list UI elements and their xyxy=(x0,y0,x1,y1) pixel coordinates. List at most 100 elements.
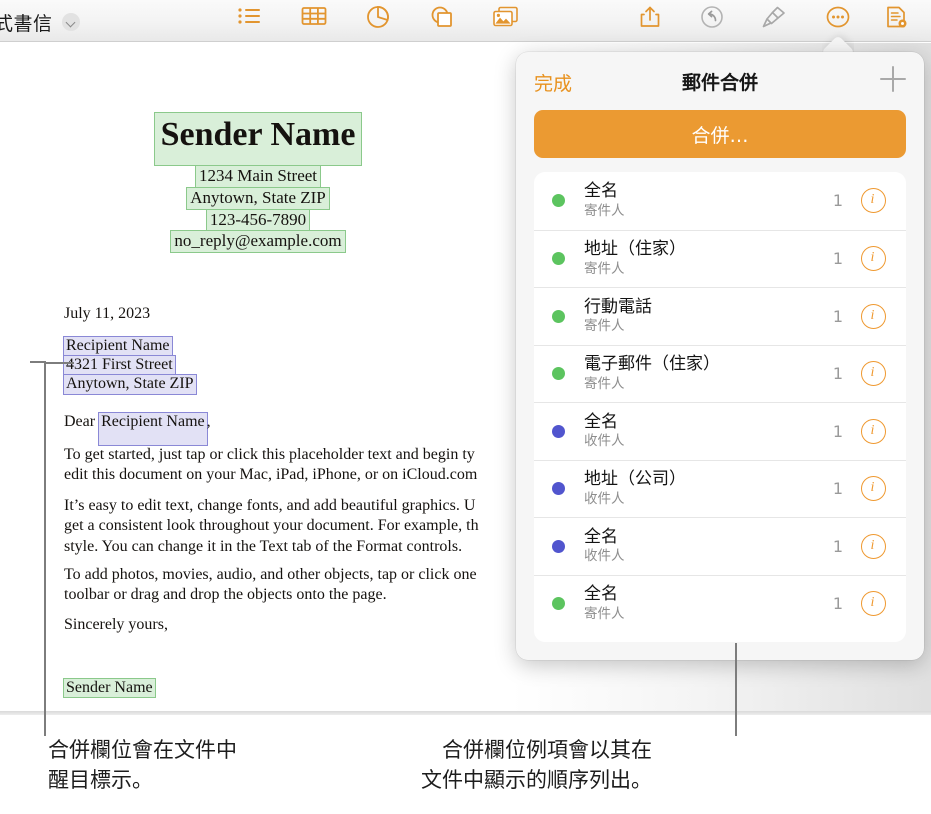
merge-field-text-group: 全名 寄件人 xyxy=(584,181,833,219)
merge-field-subtitle: 寄件人 xyxy=(584,260,625,277)
sender-block: Sender Name 1234 Main Street Anytown, St… xyxy=(0,43,516,254)
merge-field-count: 1 xyxy=(832,536,843,556)
format-brush-button[interactable] xyxy=(754,5,794,37)
merge-field-row[interactable]: 全名 寄件人 1 i xyxy=(534,172,906,230)
merge-field-recipient-street[interactable]: 4321 First Street xyxy=(63,354,176,376)
info-icon[interactable]: i xyxy=(861,418,886,444)
merge-field-subtitle: 寄件人 xyxy=(584,318,625,335)
merge-field-text-group: 行動電話 寄件人 xyxy=(584,296,833,335)
recipient-address-row: Recipient Name xyxy=(63,336,196,357)
popover-tail xyxy=(822,31,854,53)
merge-field-row[interactable]: 地址（公司） 收件人 1 i xyxy=(534,459,906,518)
merge-field-title: 全名 xyxy=(584,181,618,202)
undo-icon xyxy=(692,5,732,29)
recipient-address-row: Anytown, State ZIP xyxy=(63,373,197,395)
media-button[interactable] xyxy=(486,5,526,37)
info-icon[interactable]: i xyxy=(861,303,886,329)
table-button[interactable] xyxy=(294,5,334,37)
sender-dot-icon xyxy=(552,194,565,208)
merge-field-title: 全名 xyxy=(584,526,618,547)
merge-field-title: 全名 xyxy=(584,411,618,432)
info-icon[interactable]: i xyxy=(861,533,886,559)
share-button[interactable] xyxy=(630,5,670,37)
merge-button[interactable]: 合併… xyxy=(534,110,906,158)
merge-field-recipient-city[interactable]: Anytown, State ZIP xyxy=(63,373,197,395)
info-icon-glyph: i xyxy=(870,307,875,323)
plus-icon[interactable] xyxy=(880,66,906,92)
merge-field-signature-name[interactable]: Sender Name xyxy=(63,678,156,698)
info-icon-glyph: i xyxy=(870,595,875,611)
merge-field-subtitle: 收件人 xyxy=(584,490,625,507)
info-icon[interactable]: i xyxy=(861,591,886,617)
merge-field-salutation-name[interactable]: Recipient Name xyxy=(98,412,208,446)
merge-field-count: 1 xyxy=(832,191,843,211)
merge-field-row[interactable]: 全名 收件人 1 i xyxy=(534,517,906,575)
info-icon[interactable]: i xyxy=(861,476,886,502)
merge-field-title: 地址（公司） xyxy=(584,469,686,490)
merge-field-sender-city[interactable]: Anytown, State ZIP xyxy=(186,186,330,210)
merge-field-list[interactable]: 全名 寄件人 1 i 地址（住家） 寄件人 1 i 行動電話 寄件人 1 i 電子郵件（住家） 寄件人 1 i… xyxy=(534,172,906,642)
callout-leader-right xyxy=(735,643,737,736)
merge-field-recipient-name[interactable]: Recipient Name xyxy=(63,336,173,357)
more-icon xyxy=(818,5,858,29)
merge-field-subtitle: 收件人 xyxy=(584,548,625,565)
info-icon[interactable]: i xyxy=(861,246,886,272)
info-icon-glyph: i xyxy=(870,480,875,496)
undo-button[interactable] xyxy=(692,5,732,37)
merge-field-sender-email[interactable]: no_reply@example.com xyxy=(170,230,346,254)
letter-closing: Sincerely yours, xyxy=(64,616,168,633)
info-icon[interactable]: i xyxy=(861,188,886,214)
callout-caption-left: 合併欄位會在文件中 醒目標示。 xyxy=(48,738,237,792)
mail-merge-popover: 完成 郵件合併 合併… 全名 寄件人 1 i 地址（住家） 寄件人 1 i 行動電話 寄件人 1 i 電… xyxy=(516,52,924,660)
merge-field-row[interactable]: 全名 寄件人 1 i xyxy=(534,574,906,633)
share-icon xyxy=(630,5,670,29)
merge-field-count: 1 xyxy=(832,594,843,614)
media-icon xyxy=(486,5,526,29)
merge-field-count: 1 xyxy=(832,249,843,269)
recipient-dot-icon xyxy=(552,424,565,438)
sender-address-row: 123-456-7890 xyxy=(0,208,516,232)
merge-field-sender-name[interactable]: Sender Name xyxy=(153,111,363,167)
info-icon-glyph: i xyxy=(870,422,875,438)
merge-field-text-group: 電子郵件（住家） 寄件人 xyxy=(584,354,833,392)
shape-button[interactable] xyxy=(422,5,462,37)
merge-field-text-group: 全名 寄件人 xyxy=(584,584,833,622)
document-button[interactable] xyxy=(876,5,916,37)
callout-caption-right: 合併欄位例項會以其在 文件中顯示的順序列出。 xyxy=(421,738,652,792)
merge-field-subtitle: 寄件人 xyxy=(584,605,625,622)
info-icon-glyph: i xyxy=(870,365,875,381)
merge-field-sender-street[interactable]: 1234 Main Street xyxy=(194,165,322,188)
merge-field-subtitle: 寄件人 xyxy=(584,375,625,392)
merge-field-text-group: 地址（公司） 收件人 xyxy=(584,469,833,507)
list-button[interactable] xyxy=(230,5,270,37)
document-icon xyxy=(876,5,916,29)
popover-title: 郵件合併 xyxy=(681,72,758,94)
merge-field-count: 1 xyxy=(832,479,843,499)
merge-field-row[interactable]: 地址（住家） 寄件人 1 i xyxy=(534,229,906,288)
info-icon[interactable]: i xyxy=(861,361,886,387)
recipient-address-block: Recipient Name 4321 First Street Anytown… xyxy=(63,336,197,395)
letter-date: July 11, 2023 xyxy=(64,305,151,322)
salutation-suffix: , xyxy=(206,413,211,430)
sender-address-row: no_reply@example.com xyxy=(0,230,516,254)
signature-block: Sender Name xyxy=(63,678,156,698)
merge-field-title: 行動電話 xyxy=(584,296,652,317)
merge-field-row[interactable]: 電子郵件（住家） 寄件人 1 i xyxy=(534,344,906,403)
sender-address-row: 1234 Main Street xyxy=(0,165,516,188)
sender-address-row: Anytown, State ZIP xyxy=(0,186,516,210)
list-icon xyxy=(230,5,270,27)
popover-header: 完成 郵件合併 xyxy=(516,52,924,108)
merge-field-text-group: 全名 收件人 xyxy=(584,526,833,565)
merge-field-row[interactable]: 全名 收件人 1 i xyxy=(534,402,906,460)
merge-field-title: 地址（住家） xyxy=(584,239,686,260)
shape-icon xyxy=(422,5,462,29)
document-title[interactable]: 式書信 xyxy=(0,9,53,36)
merge-field-count: 1 xyxy=(832,364,843,384)
merge-field-sender-phone[interactable]: 123-456-7890 xyxy=(205,208,311,232)
chevron-down-icon[interactable] xyxy=(62,13,80,31)
chart-button[interactable] xyxy=(358,5,398,37)
merge-field-subtitle: 收件人 xyxy=(584,433,625,450)
merge-field-text-group: 地址（住家） 寄件人 xyxy=(584,239,833,277)
merge-field-row[interactable]: 行動電話 寄件人 1 i xyxy=(534,287,906,345)
recipient-dot-icon xyxy=(552,482,565,496)
